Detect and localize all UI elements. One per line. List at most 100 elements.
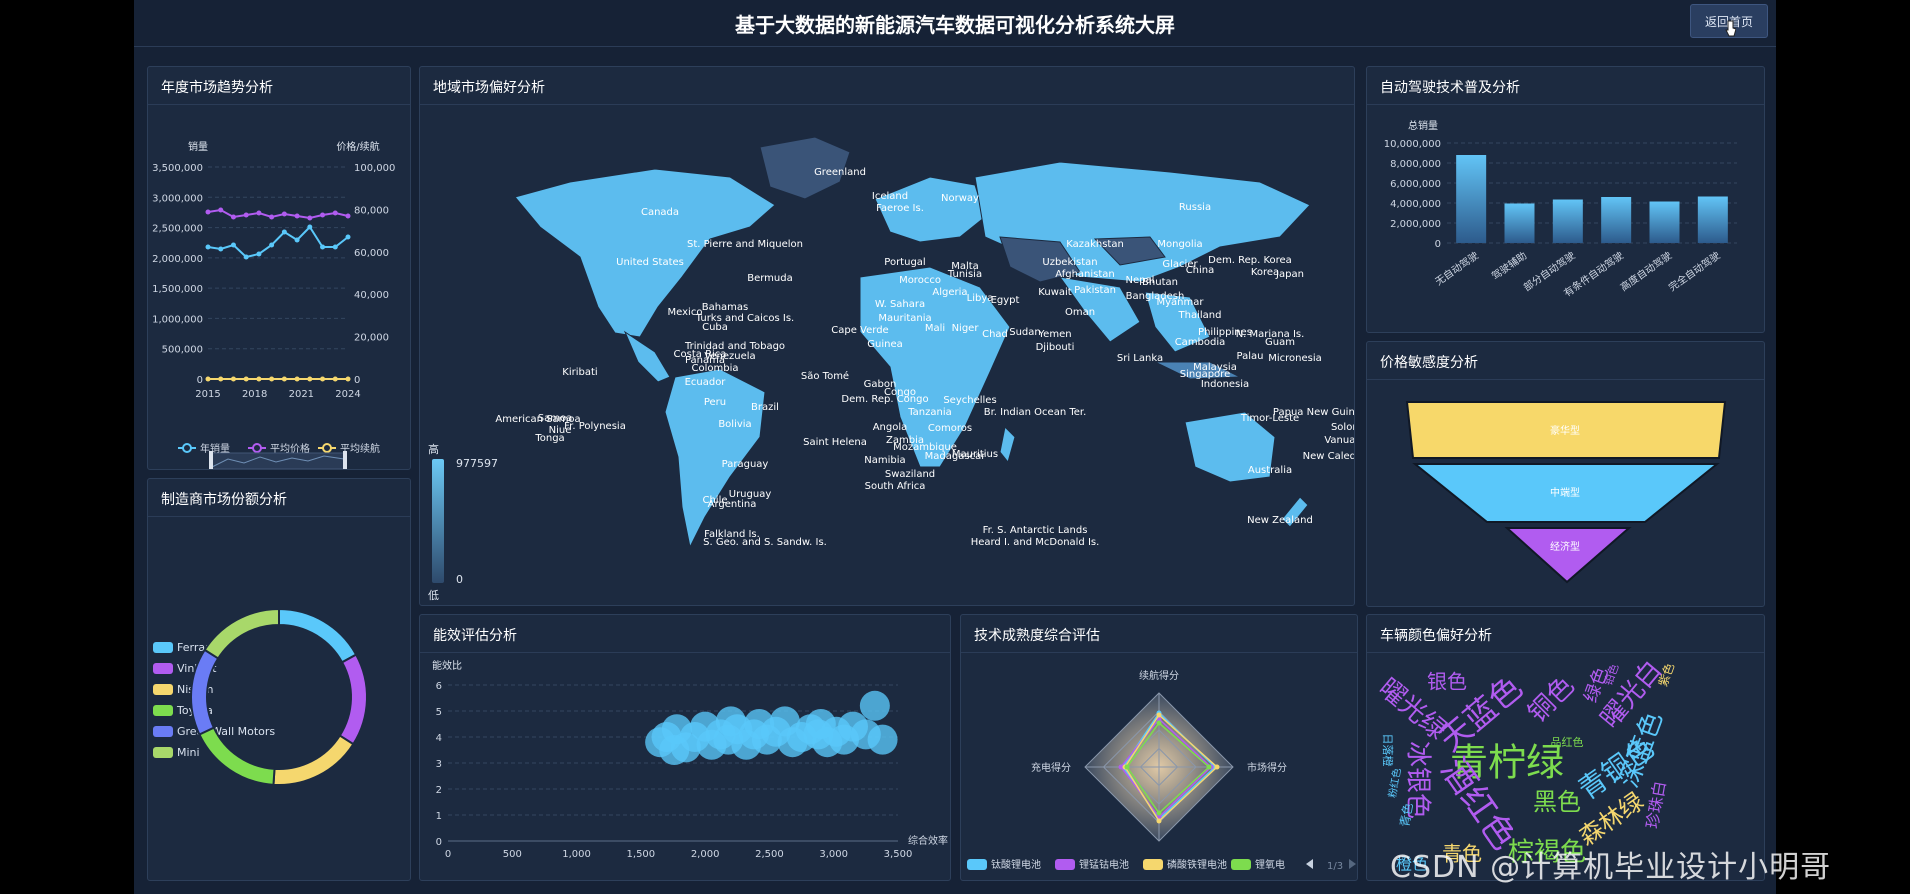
- visual-map-min-value: 0: [456, 573, 463, 586]
- map-country-label: Mali: [925, 323, 945, 334]
- radar-legend-swatch: [1055, 859, 1075, 870]
- map-country-label: Russia: [1179, 202, 1211, 213]
- map-country-label: Ecuador: [685, 377, 727, 388]
- trend-ylabel-left: 销量: [188, 140, 208, 153]
- map-country-label: Micronesia: [1268, 353, 1322, 364]
- trend-price-line-point: [205, 209, 211, 215]
- map-country-label: Tanzania: [907, 407, 952, 418]
- trend-ylabel-right: 价格/续航: [336, 140, 379, 153]
- autonomy-bar: [1697, 196, 1728, 243]
- map-country-label: Bhutan: [1142, 277, 1178, 288]
- efficiency-point: [805, 709, 836, 739]
- visual-map-max-value: 977597: [456, 457, 498, 470]
- map-country-label: Solomon Is.: [1331, 422, 1354, 433]
- color-cloud-word: 铂色: [1601, 662, 1622, 687]
- trend-price-line-point: [218, 207, 224, 213]
- map-country-label: Dem. Rep. Congo: [841, 394, 928, 405]
- trend-price-line-point: [269, 214, 275, 220]
- trend-sales-line-point: [218, 246, 224, 252]
- page-title: 基于大数据的新能源汽车数据可视化分析系统大屏: [735, 13, 1175, 37]
- donut-slice: [198, 726, 276, 786]
- map-country-label: Peru: [704, 397, 726, 408]
- visual-map-gradient-bar[interactable]: [432, 459, 444, 583]
- trend-price-line-point: [320, 212, 326, 218]
- map-country-label: Vanuatu: [1324, 435, 1354, 446]
- manufacturer-donut-chart: [190, 607, 368, 786]
- donut-slice: [190, 648, 220, 736]
- trend-range-point: [294, 376, 300, 382]
- price-panel: 价格敏感度分析 豪华型 中端型 经济型: [1366, 341, 1765, 607]
- map-country-label: Greenland: [814, 167, 866, 178]
- efficiency-x-tick: 3,500: [884, 849, 913, 860]
- trend-x-tick: 2021: [289, 389, 314, 400]
- trend-panel-title: 年度市场趋势分析: [161, 80, 273, 96]
- trend-left-tick: 1,000,000: [152, 314, 203, 325]
- map-country-label: Oman: [1065, 307, 1095, 318]
- trend-range-point: [281, 376, 287, 382]
- visual-map-legend[interactable]: 高 977597 0 低: [426, 441, 498, 602]
- color-cloud-word: 粉红色: [1386, 767, 1404, 799]
- radar-series-point: [1156, 720, 1162, 726]
- donut-slice: [338, 653, 368, 746]
- map-country-label: Tonga: [534, 433, 564, 444]
- efficiency-y-tick: 2: [436, 785, 442, 796]
- efficiency-x-tick: 0: [445, 849, 451, 860]
- trend-sales-line-point: [281, 229, 287, 235]
- autonomy-bar: [1649, 201, 1680, 243]
- trend-price-line-point: [281, 211, 287, 217]
- header-bar: 基于大数据的新能源汽车数据可视化分析系统大屏 返回首页: [134, 0, 1776, 47]
- color-cloud-word: 银色: [1427, 670, 1467, 694]
- world-map[interactable]: Greenland IcelandFaeroe Is. Norway Canada Ru…: [420, 107, 1354, 605]
- trend-price-line-point: [294, 213, 300, 219]
- price-funnel-label: 中端型: [1550, 486, 1580, 499]
- radar-legend-next-icon: [1349, 859, 1356, 869]
- color-cloud-word: 黑色: [1533, 788, 1581, 816]
- autonomy-y-tick: 0: [1435, 239, 1441, 250]
- map-country-label: Guam: [1265, 337, 1295, 348]
- trend-range-point: [269, 376, 275, 382]
- trend-range-point: [256, 376, 262, 382]
- map-country-label: Morocco: [899, 275, 941, 286]
- color-panel: 车辆颜色偏好分析 青柠绿 天蓝色 酒红色 冰银色 曜光绿 青铜色 深蓝色 曜光白 森林绿 铜色 银色…: [1366, 614, 1765, 881]
- trend-sales-line-point: [320, 244, 326, 250]
- map-country-label: Chile: [702, 495, 727, 506]
- radar-series-point: [1124, 764, 1130, 770]
- color-cloud-word: 珍珠白: [1642, 780, 1669, 831]
- color-cloud-word: 品红色: [1551, 735, 1584, 749]
- map-country-label: Timor-Leste: [1240, 413, 1299, 424]
- efficiency-y-tick: 1: [436, 811, 442, 822]
- trend-sales-line-point: [269, 242, 275, 248]
- efficiency-point: [867, 724, 898, 755]
- efficiency-point: [859, 690, 890, 721]
- tech-radar-chart: 续航得分市场得分 充电得分钛酸锂电池 锂锰钴电池 磷酸铁锂电池 锂氧电 1/3: [967, 669, 1356, 872]
- map-country-label: Sudan: [1009, 327, 1041, 338]
- map-country-label: Afghanistan: [1055, 269, 1115, 280]
- radar-legend-label: 锂氧电: [1255, 858, 1285, 871]
- trend-price-line-point: [332, 210, 338, 216]
- map-country-label: W. Sahara: [875, 299, 925, 310]
- donut-slice: [203, 607, 280, 660]
- map-country-label: São Tomé: [801, 370, 849, 382]
- radar-legend-label: 钛酸锂电池: [991, 858, 1041, 871]
- map-country-label: Sri Lanka: [1117, 353, 1163, 364]
- map-country-label: Myanmar: [1157, 297, 1205, 308]
- efficiency-y-tick: 4: [436, 733, 442, 744]
- map-country-label: S. Geo. and S. Sandw. Is.: [703, 537, 827, 548]
- map-country-label: Mauritius: [952, 449, 998, 460]
- radar-series-point: [1156, 810, 1162, 816]
- efficiency-y-tick: 6: [436, 681, 442, 692]
- map-region-madagascar: [999, 425, 1016, 464]
- price-funnel-chart: 豪华型中端型经济型: [1405, 401, 1727, 584]
- map-country-label: Portugal: [884, 257, 925, 268]
- efficiency-x-tick: 2,500: [755, 849, 784, 860]
- radar-series-point: [1206, 764, 1212, 770]
- trend-range-point: [307, 376, 313, 382]
- trend-left-tick: 1,500,000: [152, 284, 203, 295]
- map-country-label: Cuba: [702, 322, 728, 333]
- radar-legend-swatch: [1231, 859, 1251, 870]
- trend-sales-line-point: [205, 244, 211, 250]
- visual-map-high-label: 高: [428, 443, 439, 456]
- radar-series-point: [1156, 818, 1162, 824]
- map-country-label: Korea: [1251, 267, 1279, 278]
- efficiency-panel: 能效评估分析 能效比 6 5 4 3 2 1 0 0 500 1,000 1,500 2,000 2,50…: [419, 614, 951, 881]
